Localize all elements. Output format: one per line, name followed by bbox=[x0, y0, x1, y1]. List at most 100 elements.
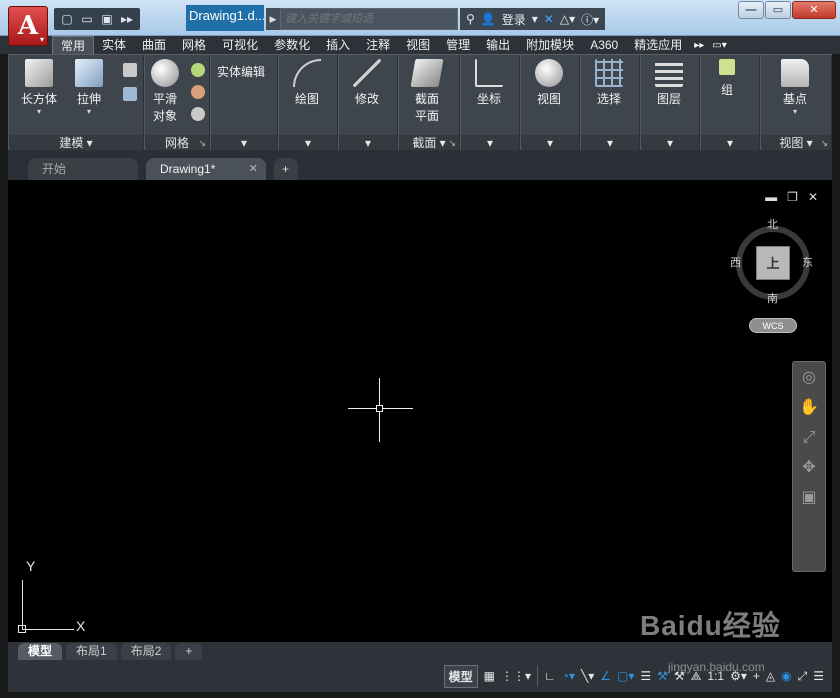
hardware-accel-icon[interactable]: ◬ bbox=[766, 669, 775, 683]
tab-parametric[interactable]: 参数化 bbox=[266, 36, 318, 54]
panel-footer-draw[interactable]: ▾ bbox=[279, 135, 337, 151]
section-plane-tool[interactable]: 截面 平面 bbox=[410, 59, 444, 124]
panel-footer-solid-edit[interactable]: ▾ bbox=[211, 135, 277, 151]
group-tool[interactable]: 组 bbox=[719, 59, 735, 98]
panel-footer-section[interactable]: 截面 ▾ ↘ bbox=[399, 135, 459, 151]
ortho-icon[interactable]: ∟ bbox=[544, 669, 556, 683]
tab-view[interactable]: 视图 bbox=[398, 36, 438, 54]
save-icon[interactable]: ▣ bbox=[98, 12, 116, 26]
tab-insert[interactable]: 插入 bbox=[318, 36, 358, 54]
steering-wheel-icon[interactable]: ◎ bbox=[802, 370, 816, 386]
chevron-down-icon[interactable]: ▾ bbox=[532, 12, 538, 26]
tab-annotate[interactable]: 注释 bbox=[358, 36, 398, 54]
minimize-button[interactable]: — bbox=[738, 1, 764, 19]
tab-addins[interactable]: 附加模块 bbox=[518, 36, 582, 54]
restore-icon[interactable]: ❐ bbox=[787, 190, 798, 204]
tab-model[interactable]: 模型 bbox=[18, 643, 63, 660]
fullscreen-icon[interactable]: ⤢ bbox=[798, 669, 808, 684]
snap-icon[interactable]: ⋮⋮▾ bbox=[501, 669, 531, 683]
tab-a360[interactable]: A360 bbox=[582, 36, 626, 54]
lineweight-icon[interactable]: ☰ bbox=[640, 669, 651, 683]
search-expand-arrow-icon[interactable]: ▶ bbox=[266, 8, 280, 30]
a360-icon[interactable]: △▾ bbox=[560, 12, 575, 26]
mesh-add-icon[interactable] bbox=[191, 63, 205, 77]
tab-home[interactable]: 常用 bbox=[52, 36, 95, 54]
smooth-object-tool[interactable]: 平滑 对象 bbox=[151, 59, 179, 124]
tab-mesh[interactable]: 网格 bbox=[174, 36, 214, 54]
more-icon[interactable]: ▸▸ bbox=[118, 12, 136, 26]
minimize-icon[interactable]: ▬ bbox=[765, 190, 777, 204]
sweep-icon[interactable] bbox=[123, 87, 137, 101]
ribbon-toggle-icon[interactable]: ▭▾ bbox=[708, 40, 730, 51]
exchange-icon[interactable]: ✕ bbox=[544, 12, 554, 26]
tab-visualize[interactable]: 可视化 bbox=[214, 36, 266, 54]
annotation-visibility-icon[interactable]: ⚒ bbox=[657, 669, 668, 683]
tab-layout2[interactable]: 布局2 bbox=[120, 643, 172, 660]
tab-surface[interactable]: 曲面 bbox=[134, 36, 174, 54]
box-tool[interactable]: 长方体 ▾ bbox=[21, 59, 57, 116]
view-tool[interactable]: 视图 bbox=[535, 59, 563, 107]
panel-footer-coordinates[interactable]: ▾ bbox=[461, 135, 519, 151]
tab-output[interactable]: 输出 bbox=[478, 36, 518, 54]
open-folder-icon[interactable]: ▭ bbox=[78, 12, 96, 26]
compass-north[interactable]: 北 bbox=[767, 216, 778, 232]
compass-west[interactable]: 西 bbox=[730, 254, 741, 270]
select-tool[interactable]: 选择 bbox=[595, 59, 623, 107]
application-menu-button[interactable]: A ▾ bbox=[8, 6, 48, 46]
grid-icon[interactable]: ▦ bbox=[484, 669, 495, 683]
basepoint-tool[interactable]: 基点 ▾ bbox=[781, 59, 809, 116]
extrude-tool[interactable]: 拉伸 ▾ bbox=[75, 59, 103, 116]
panel-footer-selection[interactable]: ▾ bbox=[581, 135, 639, 151]
tab-layout1[interactable]: 布局1 bbox=[66, 643, 117, 660]
polar-tracking-icon[interactable]: ◔▾ bbox=[562, 669, 575, 683]
panel-footer-basepoint[interactable]: 视图 ▾ ↘ bbox=[761, 135, 831, 151]
tab-solid[interactable]: 实体 bbox=[94, 36, 134, 54]
panel-footer-modeling[interactable]: 建模 ▾ bbox=[9, 135, 143, 151]
close-button[interactable]: ✕ bbox=[792, 1, 836, 19]
panel-footer-modify[interactable]: ▾ bbox=[339, 135, 397, 151]
pan-icon[interactable]: ✋ bbox=[799, 400, 819, 416]
object-snap-tracking-icon[interactable]: ∠ bbox=[600, 669, 611, 683]
more-tabs-icon[interactable]: ▸▸ bbox=[690, 40, 708, 51]
tab-start[interactable]: 开始 bbox=[28, 158, 138, 180]
panel-footer-group[interactable]: ▾ bbox=[701, 135, 759, 151]
panel-footer-mesh[interactable]: 网格 ↘ bbox=[145, 135, 209, 151]
add-layout-button[interactable]: + bbox=[175, 643, 203, 660]
compass-south[interactable]: 南 bbox=[767, 290, 778, 306]
new-file-icon[interactable]: ▢ bbox=[58, 12, 76, 26]
solid-edit-tool[interactable]: 实体编辑 bbox=[217, 63, 265, 80]
layers-tool[interactable]: 图层 bbox=[655, 59, 683, 107]
ucs-tool[interactable]: 坐标 bbox=[475, 59, 503, 107]
orbit-icon[interactable]: ✥ bbox=[802, 460, 815, 476]
login-label[interactable]: 登录 bbox=[502, 11, 526, 28]
isolate-objects-icon[interactable]: ◉ bbox=[781, 669, 791, 683]
model-space-toggle[interactable]: 模型 bbox=[443, 664, 478, 688]
presspull-icon[interactable] bbox=[123, 63, 137, 77]
panel-footer-layers[interactable]: ▾ bbox=[641, 135, 699, 151]
wcs-menu[interactable]: WCS bbox=[749, 318, 797, 333]
tab-drawing1[interactable]: Drawing1* ✕ bbox=[146, 158, 266, 180]
isometric-icon[interactable]: ╲▾ bbox=[581, 669, 594, 683]
drawing-canvas[interactable]: ▬ ❐ ✕ 北 南 东 西 上 WCS ◎ ✋ ⤢ ✥ ▣ Y X bbox=[8, 180, 832, 642]
customization-menu-icon[interactable]: ☰ bbox=[813, 669, 824, 683]
modify-tool[interactable]: 修改 bbox=[353, 59, 381, 107]
viewcube[interactable]: 北 南 东 西 上 bbox=[730, 219, 814, 305]
close-icon[interactable]: ✕ bbox=[249, 158, 258, 180]
mesh-remove-icon[interactable] bbox=[191, 85, 205, 99]
binoculars-icon[interactable]: ⚲ bbox=[466, 12, 475, 26]
maximize-button[interactable]: ▭ bbox=[765, 1, 791, 19]
close-icon[interactable]: ✕ bbox=[808, 190, 818, 204]
viewcube-top-face[interactable]: 上 bbox=[756, 246, 790, 280]
new-tab-button[interactable]: + bbox=[274, 158, 298, 180]
mesh-refine-icon[interactable] bbox=[191, 107, 205, 121]
showmotion-icon[interactable]: ▣ bbox=[801, 490, 816, 506]
search-input[interactable] bbox=[280, 8, 458, 30]
zoom-extents-icon[interactable]: ⤢ bbox=[803, 430, 816, 446]
tab-featured-apps[interactable]: 精选应用 bbox=[626, 36, 690, 54]
object-snap-icon[interactable]: ▢▾ bbox=[617, 669, 634, 683]
draw-tool[interactable]: 绘图 bbox=[293, 59, 321, 107]
user-icon[interactable]: 👤 bbox=[481, 12, 496, 26]
compass-east[interactable]: 东 bbox=[802, 254, 813, 270]
help-icon[interactable]: ⓘ▾ bbox=[581, 11, 599, 28]
panel-footer-view[interactable]: ▾ bbox=[521, 135, 579, 151]
